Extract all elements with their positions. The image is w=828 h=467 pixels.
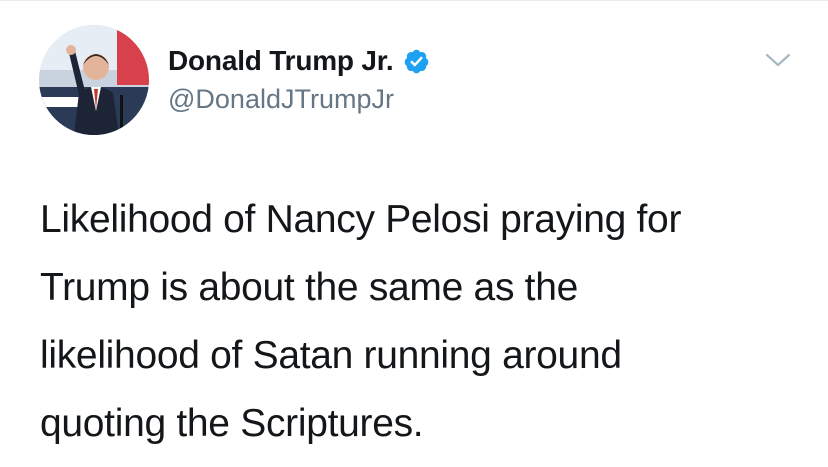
tweet-text: Likelihood of Nancy Pelosi praying for T… [40,186,810,458]
tweet-text-line: Likelihood of Nancy Pelosi praying for [40,198,682,241]
author-handle[interactable]: @DonaldJTrumpJr [168,84,394,115]
tweet-card: Donald Trump Jr. @DonaldJTrumpJr Likelih… [0,0,828,467]
top-divider [0,0,828,1]
author-name-row: Donald Trump Jr. [168,43,430,79]
avatar[interactable] [39,25,149,135]
tweet-text-line: Trump is about the same as the [40,266,578,309]
tweet-text-line: likelihood of Satan running around [40,334,622,377]
chevron-down-icon[interactable] [764,50,792,70]
verified-check-icon [403,48,430,75]
author-display-name[interactable]: Donald Trump Jr. [168,45,394,77]
avatar-photo-icon [39,25,149,135]
tweet-text-line: quoting the Scriptures. [40,402,424,445]
